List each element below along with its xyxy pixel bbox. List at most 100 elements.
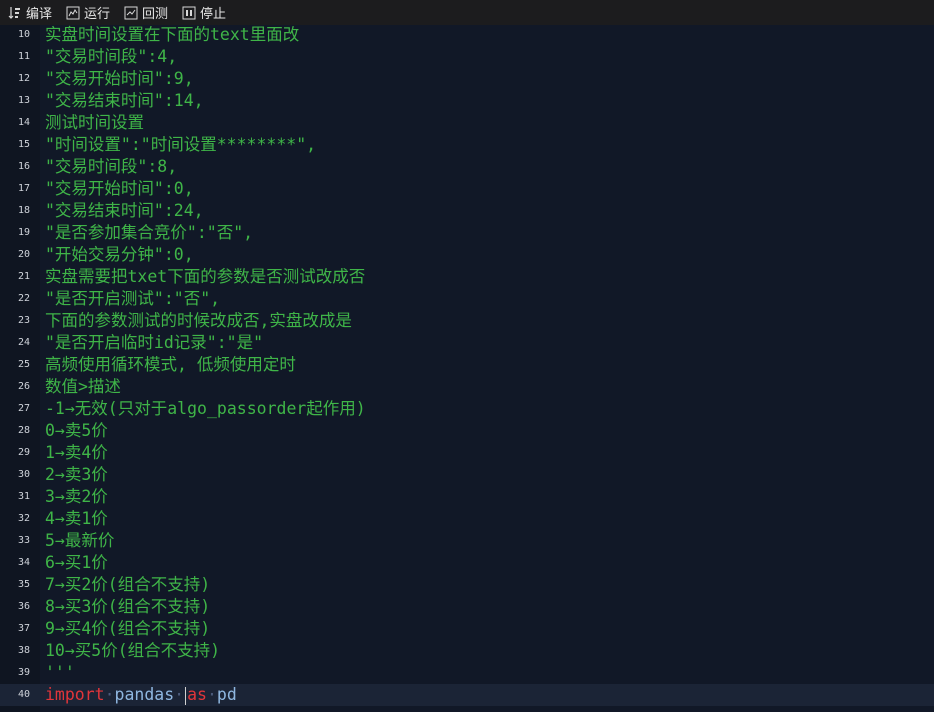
code-text: -1→无效(只对于algo_passorder起作用) [45, 399, 366, 418]
code-line[interactable]: 37 9→买4价(组合不支持) [0, 618, 934, 640]
code-text: "交易开始时间":0, [45, 179, 194, 198]
code-text: 3→卖2价 [45, 487, 108, 506]
line-number: 11 [17, 51, 30, 62]
code-text: 10→买5价(组合不支持) [45, 641, 221, 660]
code-text: 高频使用循环模式, 低频使用定时 [45, 355, 296, 374]
line-number: 10 [17, 29, 30, 40]
code-text: "是否参加集合竞价":"否", [45, 223, 254, 242]
code-line[interactable]: 34 6→买1价 [0, 552, 934, 574]
code-line[interactable]: 18 "交易结束时间":24, [0, 200, 934, 222]
code-line[interactable]: 17 "交易开始时间":0, [0, 178, 934, 200]
run-icon [66, 6, 80, 19]
stop-button[interactable]: 停止 [174, 0, 232, 25]
line-number: 36 [17, 601, 30, 612]
code-text: "交易结束时间":24, [45, 201, 204, 220]
module-name: pandas [114, 685, 175, 704]
line-number: 18 [17, 205, 30, 216]
code-line[interactable]: 21 实盘需要把txet下面的参数是否测试改成否 [0, 266, 934, 288]
line-number: 37 [17, 623, 30, 634]
code-text: 0→卖5价 [45, 421, 108, 440]
code-line[interactable]: 32 4→卖1价 [0, 508, 934, 530]
code-line[interactable]: 13 "交易结束时间":14, [0, 90, 934, 112]
code-text: "交易结束时间":14, [45, 91, 204, 110]
code-text: "交易时间段":4, [45, 47, 178, 66]
code-line[interactable]: 22 "是否开启测试":"否", [0, 288, 934, 310]
code-line[interactable]: 28 0→卖5价 [0, 420, 934, 442]
code-line[interactable]: 36 8→买3价(组合不支持) [0, 596, 934, 618]
code-text: 8→买3价(组合不支持) [45, 597, 211, 616]
line-number: 38 [17, 645, 30, 656]
code-text: 5→最新价 [45, 531, 115, 550]
code-line[interactable]: 39 ''' [0, 662, 934, 684]
line-number: 15 [17, 139, 30, 150]
line-number: 39 [17, 667, 30, 678]
keyword-import: import [45, 685, 105, 704]
code-line[interactable]: 20 "开始交易分钟":0, [0, 244, 934, 266]
line-number: 23 [17, 315, 30, 326]
compile-button[interactable]: 编译 [0, 0, 58, 25]
code-text: import·pandas· as·pd [45, 685, 237, 705]
line-number: 19 [17, 227, 30, 238]
code-line[interactable]: 30 2→卖3价 [0, 464, 934, 486]
line-number: 12 [17, 73, 30, 84]
backtest-icon [124, 6, 138, 19]
line-number: 28 [17, 425, 30, 436]
code-line[interactable]: 23 下面的参数测试的时候改成否,实盘改成是 [0, 310, 934, 332]
code-editor[interactable]: 10 实盘时间设置在下面的text里面改 11 "交易时间段":4, 12 "交易开始… [0, 25, 934, 712]
line-number: 13 [17, 95, 30, 106]
toolbar: 编译 运行 回测 停止 [0, 0, 934, 26]
line-number: 35 [17, 579, 30, 590]
code-text: "是否开启临时id记录":"是" [45, 333, 264, 352]
line-number: 31 [17, 491, 30, 502]
run-button[interactable]: 运行 [58, 0, 116, 25]
run-label: 运行 [84, 6, 111, 21]
line-number: 14 [17, 117, 30, 128]
keyword-as: as [187, 685, 207, 704]
code-line[interactable]: 11 "交易时间段":4, [0, 46, 934, 68]
code-line[interactable]: 14 测试时间设置 [0, 112, 934, 134]
code-line[interactable]: 19 "是否参加集合竞价":"否", [0, 222, 934, 244]
code-text: "交易开始时间":9, [45, 69, 194, 88]
code-line[interactable]: 33 5→最新价 [0, 530, 934, 552]
line-number: 33 [17, 535, 30, 546]
compile-label: 编译 [26, 6, 53, 21]
code-text: 测试时间设置 [45, 113, 144, 132]
code-text: 数值>描述 [45, 377, 121, 396]
backtest-button[interactable]: 回测 [116, 0, 174, 25]
code-text: "是否开启测试":"否", [45, 289, 221, 308]
line-number: 25 [17, 359, 30, 370]
code-text: 6→买1价 [45, 553, 108, 572]
line-number: 34 [17, 557, 30, 568]
line-number: 22 [17, 293, 30, 304]
code-line[interactable]: 29 1→卖4价 [0, 442, 934, 464]
code-line[interactable]: 12 "交易开始时间":9, [0, 68, 934, 90]
code-line[interactable]: 16 "交易时间段":8, [0, 156, 934, 178]
code-text: "开始交易分钟":0, [45, 245, 194, 264]
code-line[interactable]: 15 "时间设置":"时间设置********", [0, 134, 934, 156]
code-text: "交易时间段":8, [45, 157, 178, 176]
code-line[interactable]: 25 高频使用循环模式, 低频使用定时 [0, 354, 934, 376]
code-line[interactable]: 38 10→买5价(组合不支持) [0, 640, 934, 662]
code-line[interactable]: 27 -1→无效(只对于algo_passorder起作用) [0, 398, 934, 420]
text-cursor [185, 686, 187, 705]
code-text: 9→买4价(组合不支持) [45, 619, 211, 638]
code-text: 下面的参数测试的时候改成否,实盘改成是 [45, 311, 352, 330]
code-text: 1→卖4价 [45, 443, 108, 462]
code-line[interactable]: 35 7→买2价(组合不支持) [0, 574, 934, 596]
code-line[interactable]: 31 3→卖2价 [0, 486, 934, 508]
code-text: 4→卖1价 [45, 509, 108, 528]
code-line[interactable]: 24 "是否开启临时id记录":"是" [0, 332, 934, 354]
current-code-line[interactable]: 40 import·pandas· as·pd [0, 684, 934, 706]
stop-icon [182, 6, 196, 19]
line-number: 29 [17, 447, 30, 458]
backtest-label: 回测 [142, 6, 169, 21]
line-number: 26 [17, 381, 30, 392]
compile-icon [8, 6, 20, 19]
code-text: 2→卖3价 [45, 465, 108, 484]
alias-name: pd [216, 685, 237, 704]
code-text: ''' [45, 663, 75, 682]
line-number: 24 [17, 337, 30, 348]
code-line[interactable]: 26 数值>描述 [0, 376, 934, 398]
stop-label: 停止 [200, 6, 227, 21]
code-line[interactable]: 10 实盘时间设置在下面的text里面改 [0, 24, 934, 46]
